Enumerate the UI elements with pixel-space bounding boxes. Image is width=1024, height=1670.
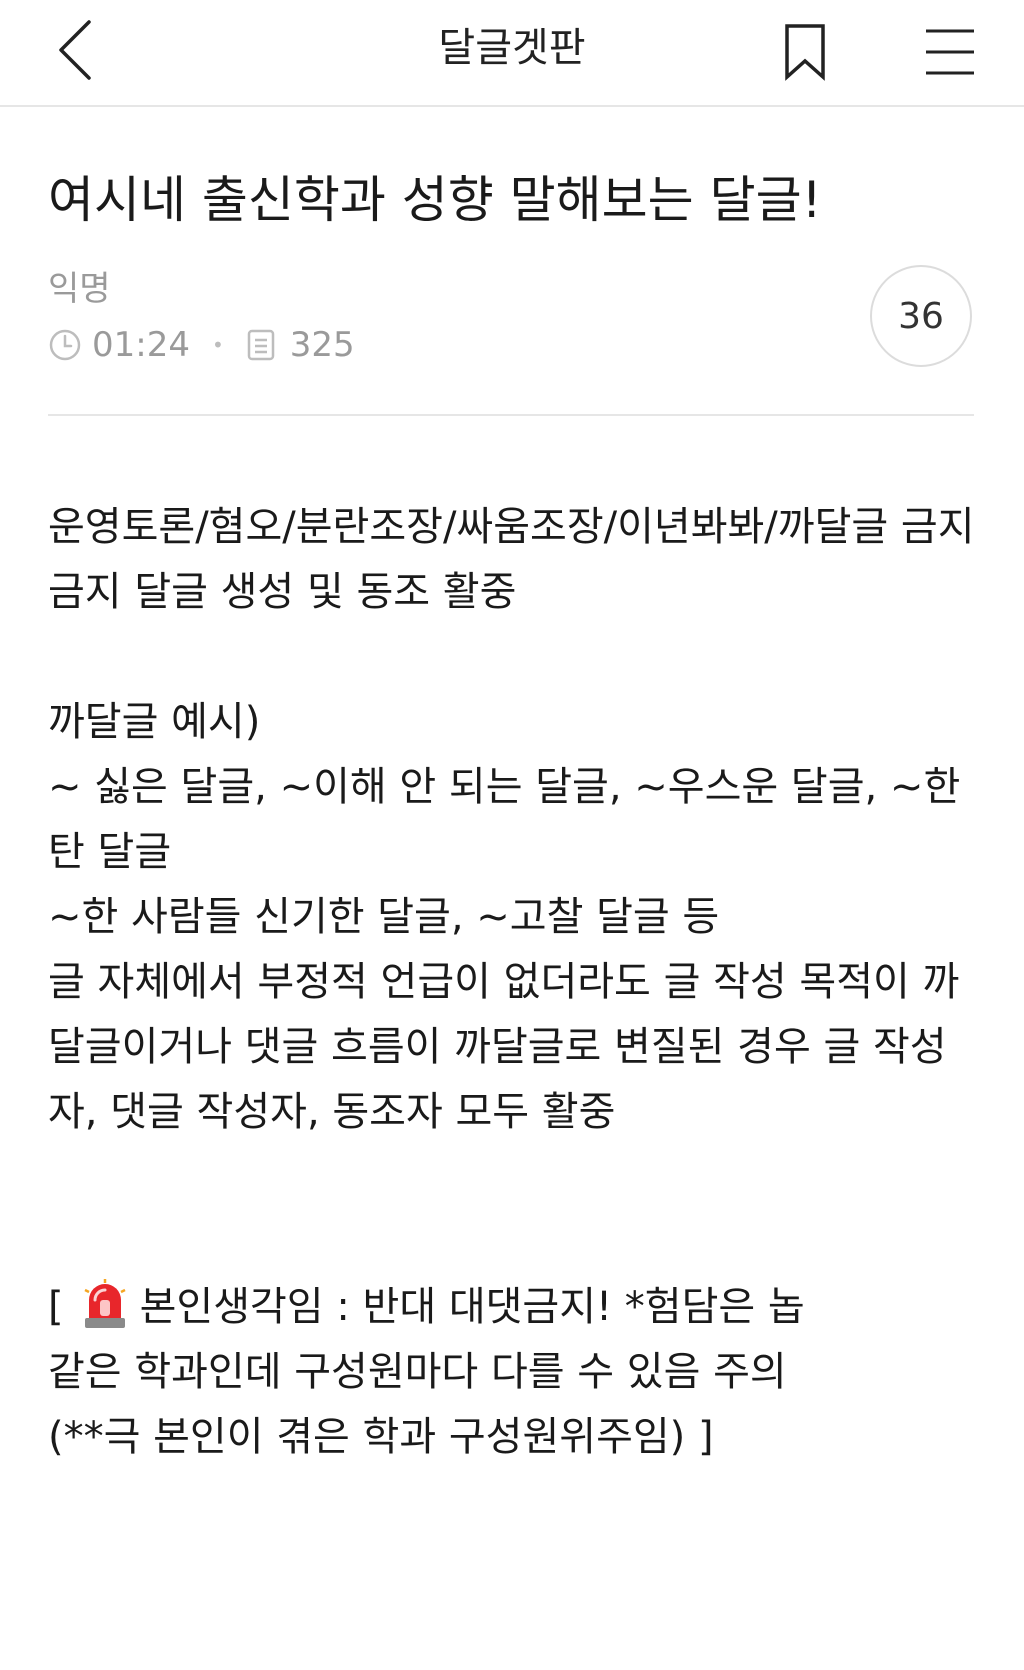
author-name: 익명	[48, 269, 111, 309]
hamburger-menu-icon	[926, 29, 974, 75]
notice-text: 본인생각임 : 반대 대댓금지! *험담은 놉	[139, 1284, 805, 1330]
body-line: 금지 달글 생성 및 동조 활중	[48, 569, 517, 615]
post-title: 여시네 출신학과 성향 말해보는 달글!	[48, 171, 822, 229]
siren-emoji-icon	[82, 1278, 128, 1330]
body-line: 글 자체에서 부정적 언급이 없더라도 글 작성 목적이 까달글이거나 댓글 흐…	[48, 959, 960, 1135]
notice-line: [ 본인생각임 : 반대 대댓금지! *험담은 놉	[48, 1275, 978, 1340]
post-meta: 01:24 • 325	[48, 322, 355, 368]
body-line: 운영토론/혐오/분란조장/싸움조장/이년봐봐/까달글 금지	[48, 504, 975, 550]
back-button[interactable]	[40, 10, 110, 90]
body-line: ~한 사람들 신기한 달글, ~고찰 달글 등	[48, 894, 720, 940]
document-icon	[246, 328, 280, 362]
comment-count-button[interactable]: 36	[870, 265, 972, 367]
post-body: 운영토론/혐오/분란조장/싸움조장/이년봐봐/까달글 금지 금지 달글 생성 및…	[48, 495, 978, 1470]
board-title: 달글겟판	[438, 25, 586, 71]
menu-button[interactable]	[910, 12, 990, 92]
bookmark-icon	[785, 24, 825, 81]
post-time: 01:24	[92, 325, 190, 365]
meta-separator: •	[211, 333, 224, 357]
notice-line: 같은 학과인데 구성원마다 다를 수 있음 주의	[48, 1349, 787, 1395]
body-line: ~ 싫은 달글, ~이해 안 되는 달글, ~우스운 달글, ~한탄 달글	[48, 764, 961, 875]
chevron-left-icon	[59, 20, 91, 80]
post-screen: 달글겟판 여시네 출신학과 성향 말해보는 달글! 익명 01:24 • 325…	[0, 0, 1024, 1670]
top-nav-bar: 달글겟판	[0, 0, 1024, 107]
notice-line: (**극 본인이 겪은 학과 구성원위주임) ]	[48, 1414, 714, 1460]
view-count: 325	[289, 325, 355, 365]
clock-icon	[48, 328, 82, 362]
bookmark-button[interactable]	[770, 12, 840, 92]
header-divider	[48, 414, 974, 416]
body-line: 까달글 예시)	[48, 699, 261, 745]
notice-bracket: [	[48, 1284, 64, 1330]
